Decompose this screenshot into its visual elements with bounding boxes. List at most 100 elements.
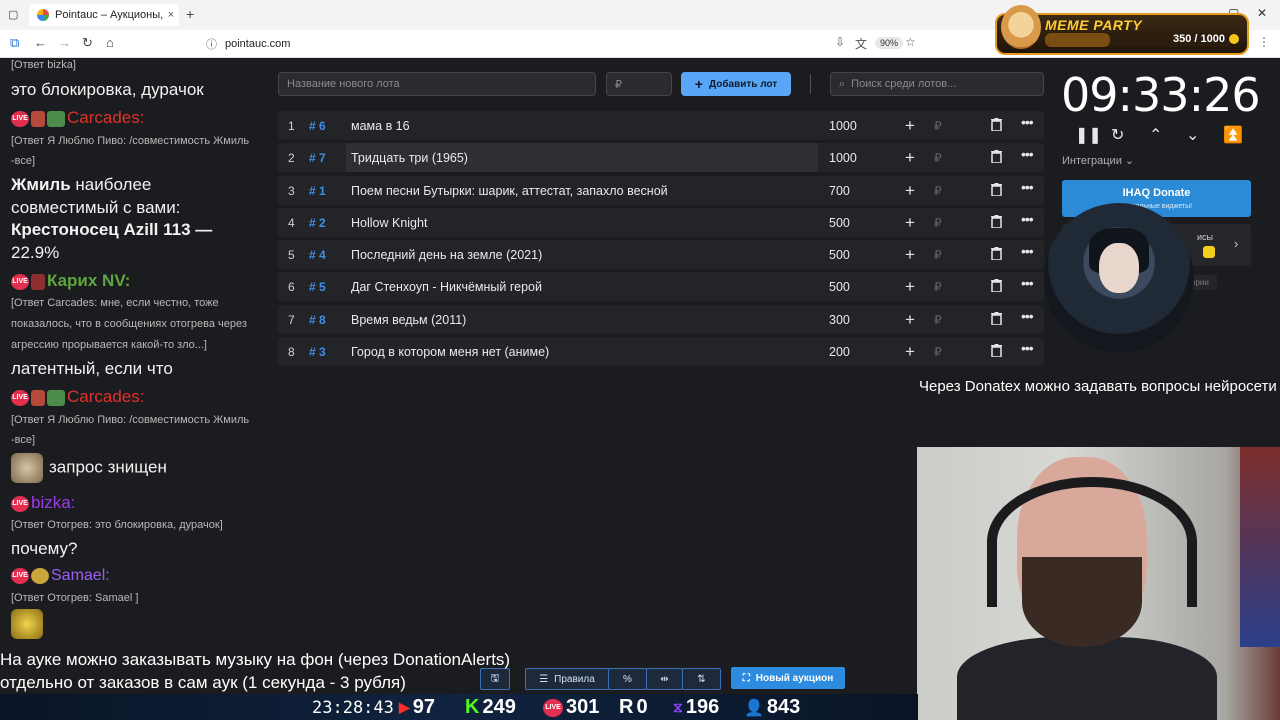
lot-name[interactable]: Тридцать три (1965) [351, 151, 468, 165]
lot-name[interactable]: Даг Стенхоуп - Никчёмный герой [351, 280, 542, 294]
chat-text: запрос знищен [49, 457, 167, 477]
new-tab-icon[interactable]: + [186, 6, 194, 22]
lot-name[interactable]: Hollow Knight [351, 216, 427, 230]
add-lot-button[interactable]: + Добавить лот [681, 72, 791, 96]
sidebar-toggle-icon[interactable]: ⧉ [10, 35, 19, 51]
chat-reply: агрессию прорывается какой-то зло...] [11, 339, 207, 351]
site-info-icon[interactable]: ⓘ [206, 36, 217, 52]
lot-currency[interactable]: ₽ [934, 119, 942, 133]
trash-icon[interactable] [991, 214, 1002, 229]
lot-row[interactable]: 6 # 5 Даг Стенхоуп - Никчёмный герой 500 + ₽ •… [278, 272, 1044, 302]
trash-icon[interactable] [991, 311, 1002, 326]
plus-icon[interactable]: + [905, 245, 915, 265]
chat-user: LIVE Samael: [11, 567, 110, 585]
lot-row[interactable]: 8 # 3 Город в котором меня нет (аниме) 200 +… [278, 337, 1044, 367]
plus-icon[interactable]: + [905, 277, 915, 297]
back-icon[interactable]: ← [34, 35, 47, 50]
trash-icon[interactable] [991, 247, 1002, 261]
lot-name-input[interactable]: Название нового лота [278, 72, 596, 96]
plus-icon[interactable]: + [905, 342, 915, 362]
browser-menu-icon[interactable]: ⋮ [1258, 35, 1270, 49]
double-chevron-up-icon[interactable]: ⏫ [1223, 125, 1243, 145]
plus-icon[interactable]: + [905, 148, 915, 168]
lot-amount[interactable]: 500 [829, 216, 850, 230]
forward-icon[interactable]: → [58, 35, 71, 50]
lot-name[interactable]: Поем песни Бутырки: шарик, аттестат, зап… [351, 184, 668, 198]
lot-position: 1 [288, 119, 295, 133]
lot-currency[interactable]: ₽ [934, 313, 942, 327]
lot-row[interactable]: 1 # 6 мама в 16 1000 + ₽ ••• [278, 111, 1044, 140]
headphones [987, 477, 1197, 607]
search-lots-input[interactable]: ⌕ Поиск среди лотов... [830, 72, 1044, 96]
lot-row[interactable]: 5 # 4 Последний день на земле (2021) 500 + ₽ •… [278, 240, 1044, 270]
new-auction-label: Новый аукцион [755, 672, 834, 684]
chevron-down-icon[interactable]: ⌄ [1186, 125, 1199, 145]
chevron-up-icon[interactable]: ⌃ [1149, 125, 1162, 145]
plus-icon[interactable]: + [905, 310, 915, 330]
more-options-icon[interactable]: ••• [1021, 275, 1034, 291]
pause-icon[interactable]: ❚❚ [1075, 125, 1102, 145]
close-window-icon[interactable]: ✕ [1257, 6, 1267, 20]
trash-icon[interactable] [991, 279, 1002, 294]
integrations-dropdown[interactable]: Интеграции ⌄ [1062, 154, 1134, 167]
lot-row[interactable]: 3 # 1 Поем песни Бутырки: шарик, аттестат,… [278, 175, 1044, 205]
beer-badge-icon [31, 110, 45, 127]
lot-currency[interactable]: ₽ [934, 248, 942, 262]
lot-amount[interactable]: 500 [829, 248, 850, 262]
percent-icon[interactable]: % [608, 668, 647, 690]
rules-button[interactable]: ☰ Правила [525, 668, 609, 690]
twitch-count: 196 [685, 696, 720, 718]
trash-icon[interactable] [991, 344, 1002, 358]
lot-row[interactable]: 7 # 8 Время ведьм (2011) 300 + ₽ ••• [278, 304, 1044, 334]
favorite-star-icon[interactable]: ☆ [905, 35, 916, 49]
lot-name[interactable]: Время ведьм (2011) [351, 313, 466, 327]
url-field[interactable]: ⓘ pointauc.com [206, 36, 290, 52]
lot-row[interactable]: 4 # 2 Hollow Knight 500 + ₽ ••• [278, 207, 1044, 237]
lot-currency[interactable]: ₽ [934, 345, 942, 359]
lot-position: 6 [288, 280, 295, 295]
translate-icon[interactable]: 文 [855, 35, 867, 52]
more-options-icon[interactable]: ••• [1021, 243, 1034, 259]
tab-actions-icon[interactable]: ▢ [8, 8, 18, 21]
sort-icon[interactable]: ⇅ [682, 668, 721, 690]
lot-amount[interactable]: 1000 [829, 119, 857, 133]
more-options-icon[interactable]: ••• [1021, 114, 1034, 130]
more-options-icon[interactable]: ••• [1021, 146, 1034, 162]
lot-amount[interactable]: 300 [829, 313, 850, 327]
lot-name[interactable]: Город в котором меня нет (аниме) [351, 345, 549, 359]
chevron-down-icon: ⌄ [1124, 155, 1135, 167]
lot-name[interactable]: Последний день на земле (2021) [351, 248, 542, 262]
more-options-icon[interactable]: ••• [1021, 211, 1034, 227]
lot-amount[interactable]: 200 [829, 345, 850, 359]
lot-amount[interactable]: 500 [829, 280, 850, 294]
home-icon[interactable]: ⌂ [106, 35, 114, 50]
lot-currency[interactable]: ₽ [934, 280, 942, 294]
split-icon[interactable]: ⇹ [646, 668, 683, 690]
lot-amount[interactable]: 700 [829, 184, 850, 198]
lot-amount[interactable]: 1000 [829, 151, 857, 165]
install-app-icon[interactable]: ⇩ [835, 35, 845, 49]
lot-currency[interactable]: ₽ [934, 216, 942, 230]
plus-icon[interactable]: + [905, 181, 915, 201]
trash-icon[interactable] [991, 118, 1002, 132]
trash-icon[interactable] [991, 182, 1002, 197]
lot-row[interactable]: 2 # 7 Тридцать три (1965) 1000 + ₽ ••• [278, 143, 1044, 173]
add-lot-label: Добавить лот [708, 78, 778, 90]
close-tab-icon[interactable]: × [163, 9, 179, 21]
plus-icon[interactable]: + [905, 116, 915, 136]
more-options-icon[interactable]: ••• [1021, 308, 1034, 324]
more-options-icon[interactable]: ••• [1021, 179, 1034, 195]
zoom-level[interactable]: 90% [875, 37, 904, 49]
lot-name[interactable]: мама в 16 [351, 119, 410, 133]
new-auction-button[interactable]: ⛶ Новый аукцион [731, 667, 845, 689]
lot-currency[interactable]: ₽ [934, 184, 942, 198]
flag-background [1240, 447, 1280, 647]
trash-icon[interactable] [991, 150, 1002, 165]
reset-timer-icon[interactable]: ↻ [1111, 125, 1124, 145]
more-options-icon[interactable]: ••• [1021, 340, 1034, 356]
lot-currency[interactable]: ₽ [934, 151, 942, 165]
refresh-icon[interactable]: ↻ [82, 35, 93, 51]
lot-amount-input[interactable]: ₽ [606, 72, 672, 96]
plus-icon[interactable]: + [905, 213, 915, 233]
browser-tab[interactable]: Pointauc – Аукционы, лотереи × [29, 4, 179, 26]
